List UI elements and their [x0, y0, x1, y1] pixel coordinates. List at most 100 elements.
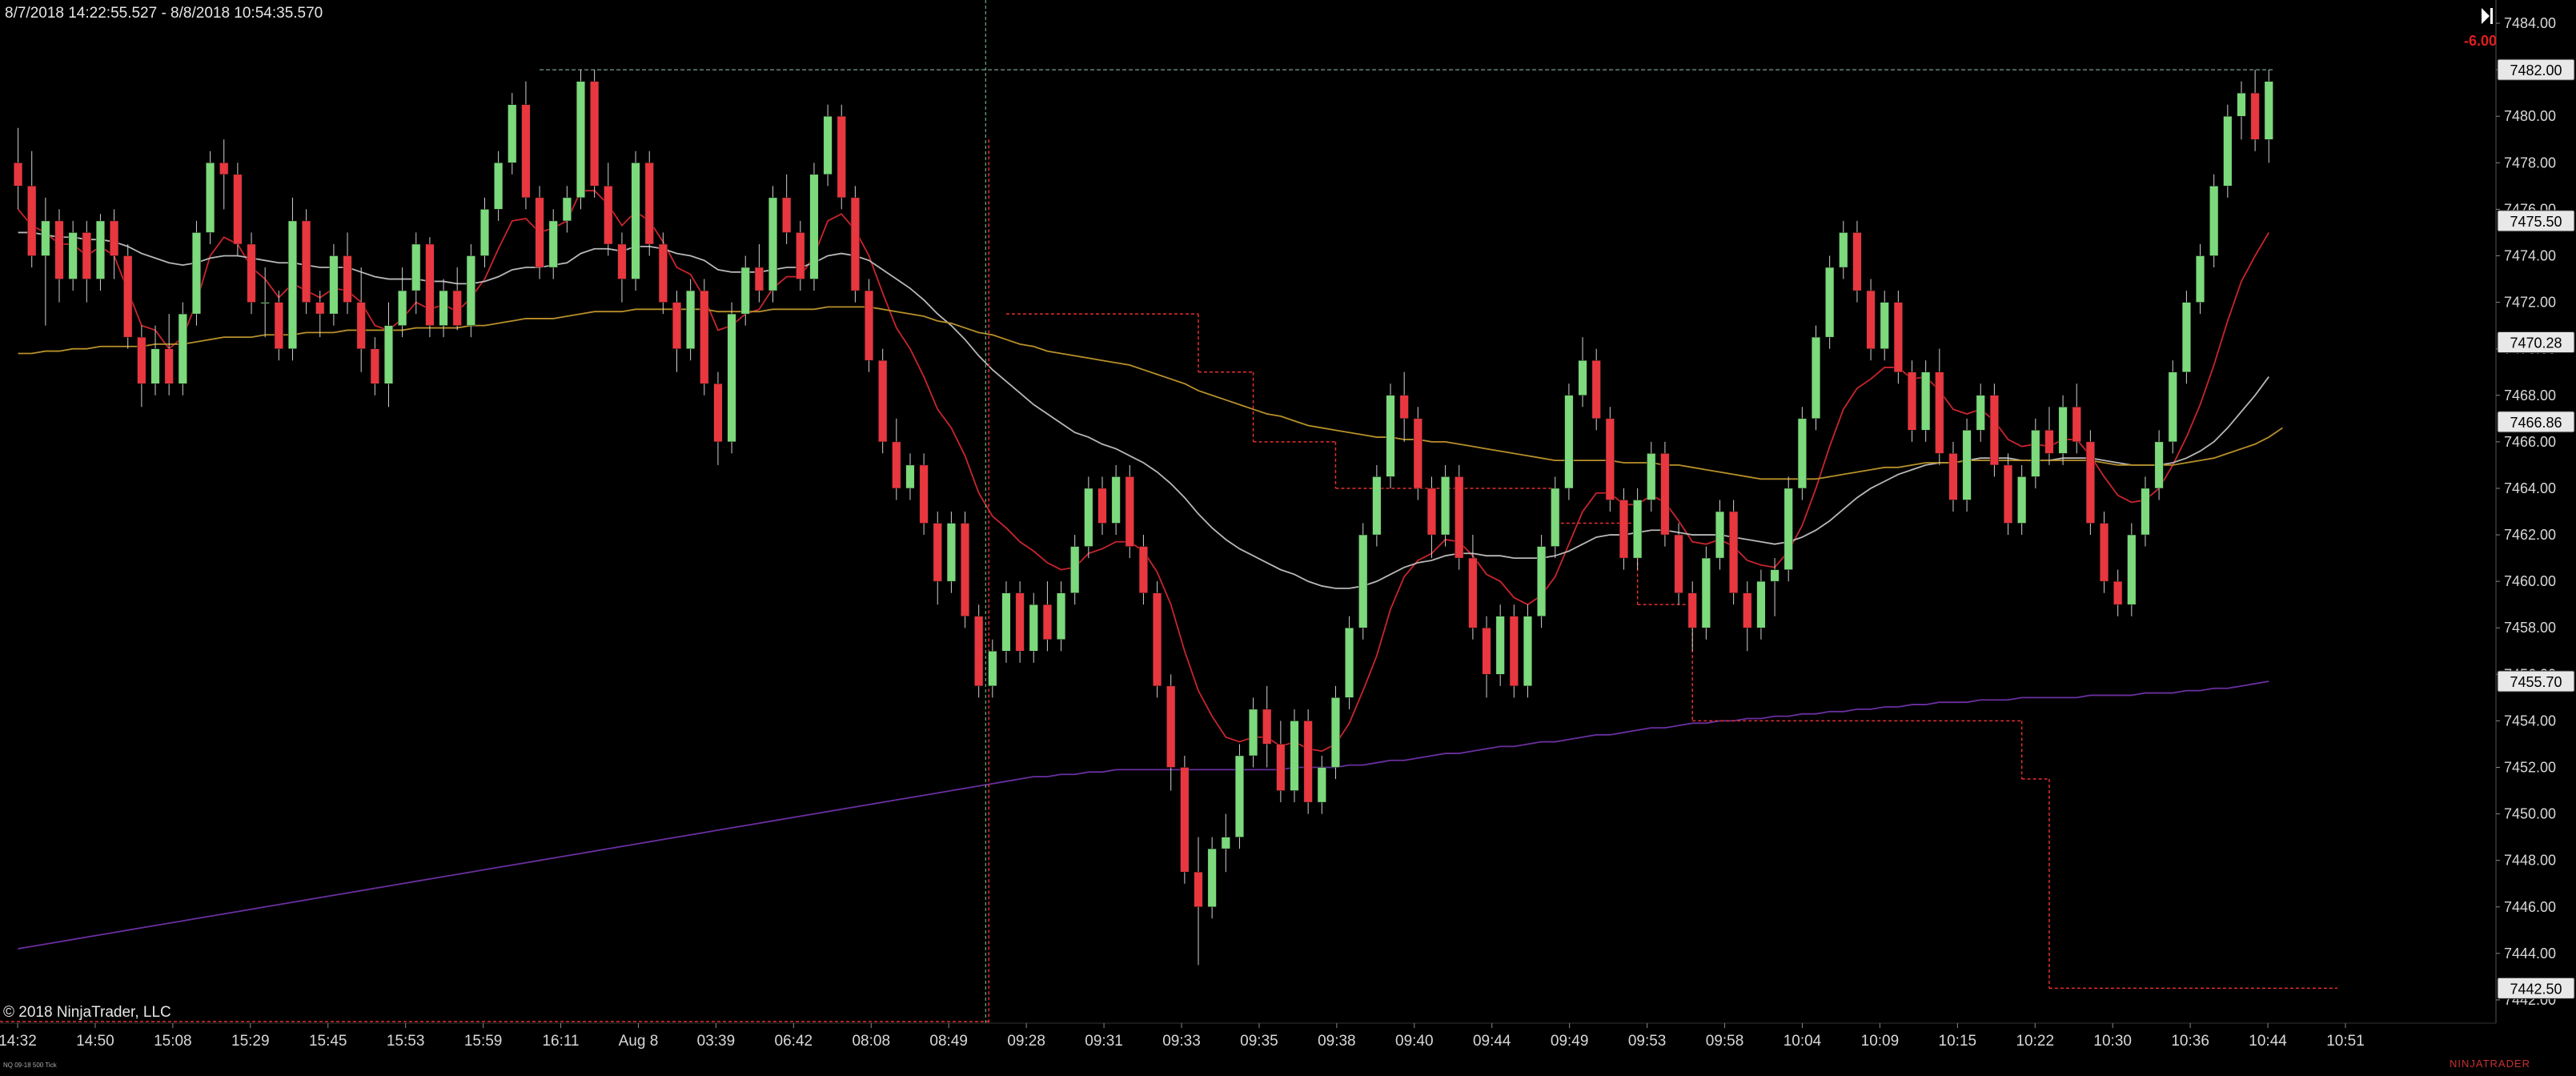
candle-body — [2099, 523, 2109, 582]
candle-body — [2113, 580, 2123, 605]
x-tick-label: 03:39 — [697, 1033, 736, 1050]
candle-126 — [1743, 581, 1752, 652]
price-chart[interactable]: 7442.007444.007446.007448.007450.007452.… — [0, 0, 2576, 1072]
candle-143 — [1976, 383, 1985, 442]
x-tick-label: 10:36 — [2171, 1033, 2209, 1050]
y-tick-label: 7478.00 — [2504, 155, 2556, 171]
candle-103 — [1426, 476, 1437, 559]
y-tick-label: 7444.00 — [2504, 946, 2556, 962]
candle-body — [1523, 616, 1533, 687]
x-tick-label: 09:40 — [1395, 1033, 1434, 1050]
candle-149 — [2058, 395, 2068, 465]
x-tick-label: 10:44 — [2249, 1033, 2287, 1050]
candle-22 — [315, 291, 325, 338]
y-tick-label: 7458.00 — [2504, 620, 2556, 636]
candle-64 — [892, 418, 901, 500]
candle-body — [1029, 604, 1038, 652]
candle-11 — [164, 314, 174, 395]
candle-body — [1948, 453, 1958, 500]
candle-8 — [123, 243, 133, 349]
candle-46 — [644, 151, 654, 256]
price-axis[interactable]: 7442.007444.007446.007448.007450.007452.… — [2495, 0, 2556, 1023]
candle-body — [1784, 488, 1793, 570]
candle-125 — [1729, 500, 1739, 605]
candle-56 — [782, 174, 792, 244]
candle-body — [796, 232, 805, 279]
x-tick-label: 14:32 — [0, 1033, 37, 1050]
candle-55 — [768, 186, 778, 303]
y-tick-label: 7448.00 — [2504, 853, 2556, 869]
y-tick-label: 7462.00 — [2504, 527, 2556, 543]
skip-to-end-icon[interactable] — [2482, 8, 2493, 24]
x-tick-label: 08:08 — [852, 1033, 890, 1050]
candle-123 — [1701, 546, 1711, 640]
candle-body — [562, 197, 572, 222]
candle-body — [2127, 534, 2137, 605]
candle-body — [2223, 115, 2233, 187]
candle-21 — [302, 209, 311, 315]
candle-63 — [878, 348, 888, 454]
candle-58 — [809, 163, 819, 291]
candle-body — [850, 197, 860, 291]
candle-body — [1743, 592, 1752, 628]
candle-17 — [247, 232, 256, 315]
candle-51 — [713, 371, 723, 465]
price-marker-label: 7455.70 — [2510, 674, 2562, 690]
candle-body — [700, 290, 709, 384]
candle-73 — [1015, 581, 1025, 663]
candle-131 — [1811, 325, 1821, 431]
candle-162 — [2237, 81, 2246, 140]
pivot-levels — [0, 0, 2337, 1023]
x-tick-label: 10:15 — [1939, 1033, 1977, 1050]
candle-80 — [1111, 464, 1121, 536]
candle-112 — [1551, 476, 1560, 559]
candle-113 — [1564, 383, 1574, 500]
candle-body — [2181, 302, 2191, 372]
candle-124 — [1715, 500, 1725, 570]
indicator-lines — [17, 190, 2283, 950]
candle-body — [576, 81, 586, 199]
candle-body — [137, 336, 146, 384]
x-tick-label: 15:59 — [464, 1033, 503, 1050]
candle-body — [782, 197, 792, 233]
candle-body — [1441, 476, 1451, 536]
candle-47 — [658, 232, 668, 315]
candle-body — [2168, 371, 2177, 443]
candle-118 — [1633, 488, 1643, 570]
candle-body — [960, 523, 970, 616]
candle-body — [823, 115, 833, 175]
x-tick-label: 15:53 — [387, 1033, 425, 1050]
candle-60 — [837, 104, 846, 210]
x-tick-label: 09:58 — [1706, 1033, 1744, 1050]
candle-94 — [1303, 709, 1313, 814]
price-marker-0: 7482.00 — [2497, 58, 2575, 81]
candle-27 — [383, 302, 394, 408]
price-marker-2: 7470.28 — [2497, 331, 2575, 354]
candle-65 — [905, 453, 915, 500]
candle-5 — [82, 220, 91, 303]
candle-2 — [41, 197, 50, 326]
candle-body — [54, 220, 64, 279]
candle-39 — [548, 209, 558, 279]
candle-127 — [1756, 569, 1766, 640]
candle-body — [1825, 267, 1835, 338]
y-tick-label: 7446.00 — [2504, 899, 2556, 915]
x-tick-label: 09:44 — [1473, 1033, 1511, 1050]
candle-93 — [1290, 709, 1299, 803]
candle-body — [1578, 359, 1587, 396]
candle-26 — [370, 337, 379, 395]
candle-body — [1372, 476, 1382, 536]
candle-163 — [2250, 70, 2260, 151]
candle-48 — [672, 291, 682, 372]
candle-body — [1125, 476, 1134, 547]
y-tick-label: 7472.00 — [2504, 295, 2556, 311]
candle-body — [672, 302, 682, 349]
candle-164 — [2264, 70, 2273, 163]
candle-body — [1935, 371, 1944, 454]
time-axis[interactable]: 14:32 14:50 15:08 15:29 15:45 15:53 15:59 16:11… — [0, 1022, 2496, 1050]
candle-1 — [27, 151, 37, 268]
candle-body — [644, 163, 654, 245]
chart-root[interactable]: 7442.00 7444.00 7446.00 7448.00 7450.00 7452.… — [0, 0, 2576, 1072]
candle-40 — [562, 186, 572, 233]
candle-74 — [1029, 592, 1038, 663]
